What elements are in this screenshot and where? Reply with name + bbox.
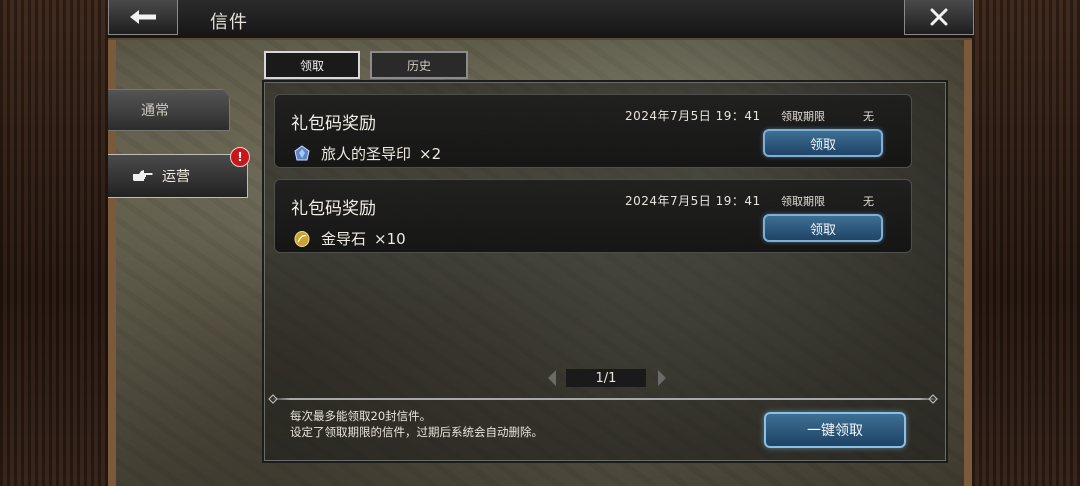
page-indicator: 1/1	[566, 369, 646, 387]
close-button[interactable]	[904, 0, 974, 35]
divider	[270, 398, 940, 400]
tab-history[interactable]: 历史	[370, 51, 468, 79]
sidebar-item-label: 通常	[141, 103, 169, 119]
diamond-ornament-icon	[928, 394, 938, 404]
pointing-hand-icon	[133, 170, 153, 181]
claim-button[interactable]: 领取	[763, 214, 883, 242]
reward-item: 金导石 ×10	[293, 228, 406, 249]
chevron-right-icon[interactable]	[656, 369, 668, 387]
chevron-left-icon[interactable]	[546, 369, 558, 387]
deadline-label: 领取期限	[781, 110, 825, 123]
page-title: 信件	[210, 12, 248, 33]
mail-title: 礼包码奖励	[291, 114, 376, 134]
mail-date: 2024年7月5日 19：41	[625, 194, 761, 208]
right-wood-border	[972, 0, 1080, 486]
diamond-ornament-icon	[268, 394, 278, 404]
gold-stone-icon	[294, 230, 310, 247]
blue-crystal-icon	[294, 144, 310, 160]
reward-quantity: ×2	[419, 144, 442, 163]
alert-badge: !	[230, 147, 250, 167]
deadline-value: 无	[863, 195, 874, 208]
reward-item: 旅人的圣导印 ×2	[293, 143, 441, 164]
mail-item: 礼包码奖励 2024年7月5日 19：41 领取期限 无 旅人的圣导印 ×2 领…	[274, 94, 912, 168]
reward-name: 金导石	[321, 230, 367, 248]
info-note: 设定了领取期限的信件，过期后系统会自动删除。	[290, 425, 543, 439]
sidebar-item-operations[interactable]: 运营	[108, 154, 248, 198]
sidebar-item-label: 运营	[162, 169, 190, 185]
mail-date: 2024年7月5日 19：41	[625, 109, 761, 123]
sidebar-item-normal[interactable]: 通常	[108, 89, 230, 131]
reward-quantity: ×10	[374, 229, 406, 248]
close-icon	[930, 8, 948, 26]
deadline-label: 领取期限	[781, 195, 825, 208]
claim-button[interactable]: 领取	[763, 129, 883, 157]
pager: 1/1	[546, 367, 668, 389]
claim-all-button[interactable]: 一键领取	[764, 412, 906, 448]
reward-name: 旅人的圣导印	[321, 145, 412, 163]
mail-title: 礼包码奖励	[291, 199, 376, 219]
mail-item: 礼包码奖励 2024年7月5日 19：41 领取期限 无 金导石 ×10 领取	[274, 179, 912, 253]
deadline-value: 无	[863, 110, 874, 123]
left-wood-border	[0, 0, 108, 486]
back-button[interactable]	[108, 0, 178, 35]
arrow-left-icon	[130, 10, 156, 24]
tab-claim[interactable]: 领取	[264, 51, 360, 79]
info-note: 每次最多能领取20封信件。	[290, 409, 432, 423]
